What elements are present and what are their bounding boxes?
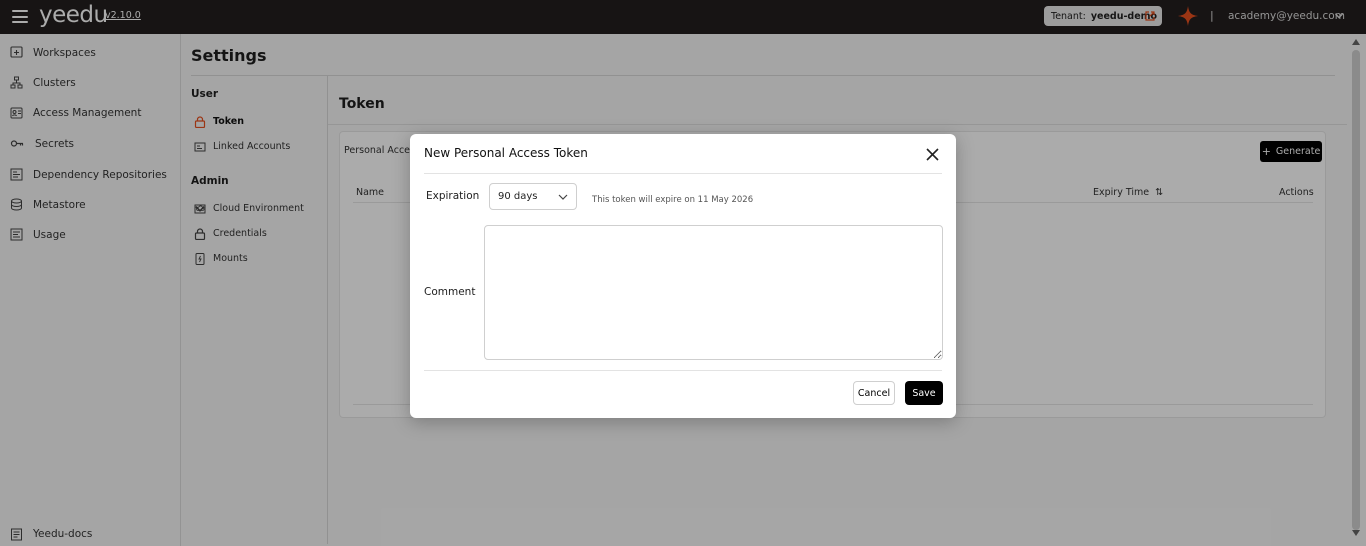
divider bbox=[424, 173, 942, 174]
comment-textarea[interactable] bbox=[484, 225, 943, 360]
dialog-title: New Personal Access Token bbox=[424, 146, 588, 160]
divider bbox=[424, 370, 942, 371]
close-icon[interactable] bbox=[925, 147, 940, 162]
expiration-select[interactable]: 90 days bbox=[489, 183, 577, 210]
save-button[interactable]: Save bbox=[905, 381, 943, 405]
expiration-value: 90 days bbox=[498, 191, 538, 202]
cancel-button[interactable]: Cancel bbox=[853, 381, 895, 405]
expiry-note: This token will expire on 11 May 2026 bbox=[592, 195, 754, 205]
expiration-label: Expiration bbox=[426, 190, 480, 202]
chevron-down-icon bbox=[558, 194, 568, 200]
new-token-dialog: New Personal Access Token Expiration 90 … bbox=[410, 134, 956, 418]
comment-label: Comment bbox=[424, 286, 476, 298]
